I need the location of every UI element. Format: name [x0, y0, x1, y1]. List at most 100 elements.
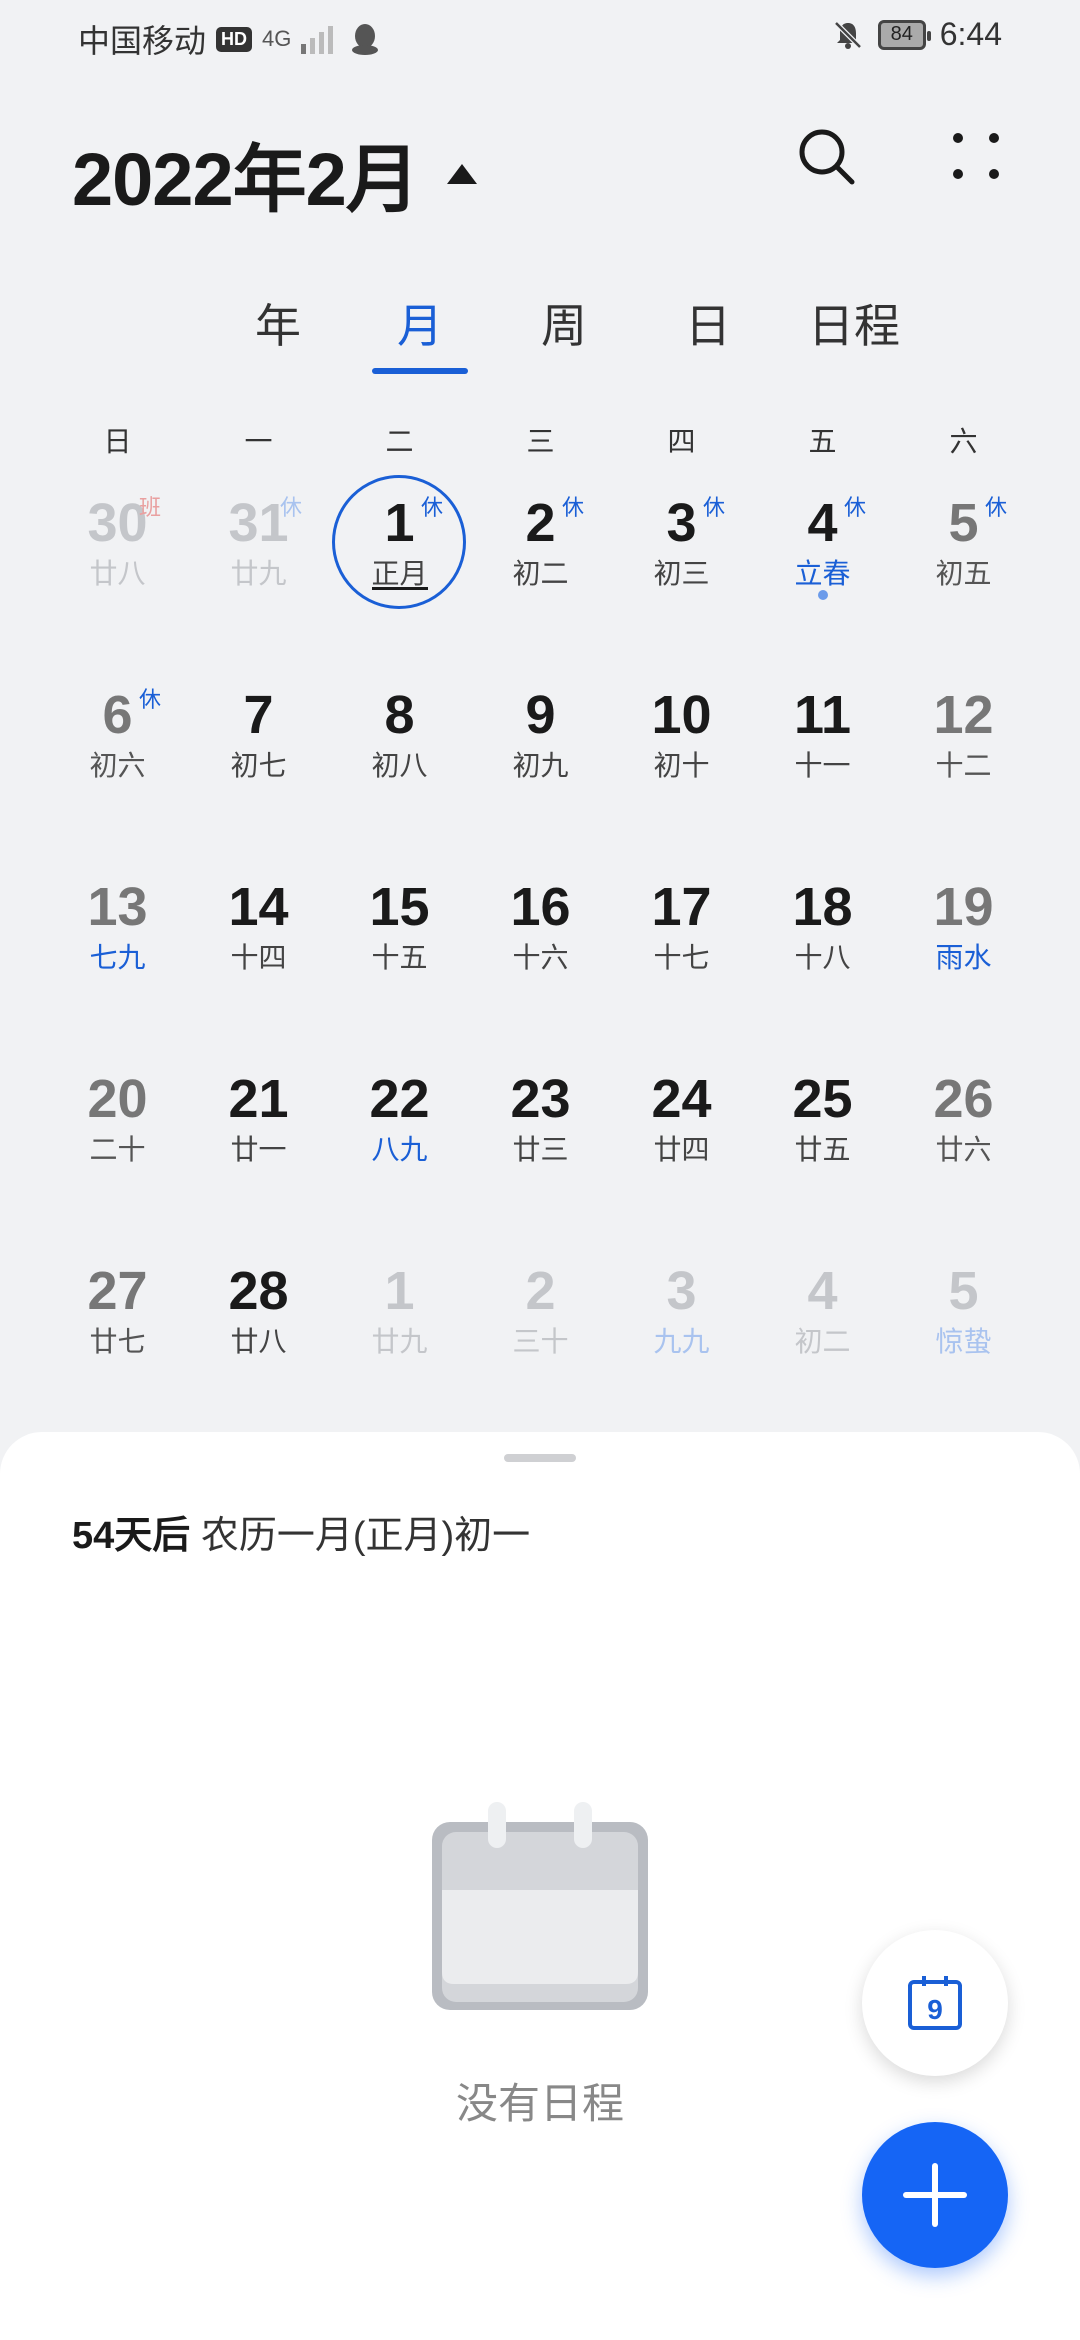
calendar-day[interactable]: 2 初二 休 [470, 480, 611, 670]
lunar-date: 十四 [230, 942, 287, 973]
status-right: 84 6:44 [832, 16, 1002, 53]
weekday-label: 六 [949, 426, 978, 457]
lunar-date: 十六 [512, 942, 569, 973]
day-number: 26 [933, 1069, 994, 1129]
lunar-date: 廿六 [935, 1134, 992, 1165]
calendar-day[interactable]: 25 廿五 [752, 1056, 893, 1246]
weekday-label: 日 [103, 426, 132, 457]
day-number: 13 [87, 877, 148, 937]
weekday-label: 二 [385, 426, 414, 457]
lunar-date: 廿八 [230, 1326, 287, 1357]
today-button[interactable]: 9 [862, 1930, 1008, 2076]
calendar-day[interactable]: 28 廿八 [188, 1248, 329, 1438]
tab-year[interactable]: 年 [248, 290, 308, 356]
lunar-date: 廿八 [89, 558, 146, 589]
day-number: 30 [87, 493, 148, 553]
lunar-date: 廿一 [230, 1134, 287, 1165]
calendar-day[interactable]: 19 雨水 [893, 864, 1034, 1054]
lunar-date: 七九 [89, 942, 146, 973]
lunar-date: 廿四 [653, 1134, 710, 1165]
day-number: 3 [666, 1261, 697, 1321]
calendar-day[interactable]: 10 初十 [611, 672, 752, 862]
day-number: 5 [948, 1261, 979, 1321]
calendar-day[interactable]: 9 初九 [470, 672, 611, 862]
calendar-day[interactable]: 8 初八 [329, 672, 470, 862]
calendar-day[interactable]: 21 廿一 [188, 1056, 329, 1246]
lunar-countdown: 54天后 农历一月(正月)初一 [72, 1504, 530, 1559]
calendar-day[interactable]: 4 初二 [752, 1248, 893, 1438]
lunar-date: 十八 [794, 942, 851, 973]
qq-penguin-icon [352, 24, 379, 55]
calendar-day[interactable]: 26 廿六 [893, 1056, 1034, 1246]
search-icon[interactable] [796, 126, 856, 186]
day-number: 25 [792, 1069, 853, 1129]
calendar-day-today[interactable]: 1 正月 休 [329, 475, 470, 670]
bell-off-icon [833, 20, 862, 49]
lunar-date: 初七 [230, 750, 287, 781]
view-tabs: 年 月 周 日 日程 [0, 290, 1080, 380]
status-bar: 中国移动 HD 4G 84 6:44 [0, 0, 1080, 70]
day-number: 8 [384, 685, 415, 745]
sheet-drag-handle[interactable] [504, 1454, 576, 1462]
calendar-day[interactable]: 18 十八 [752, 864, 893, 1054]
calendar-day[interactable]: 22 八九 [329, 1056, 470, 1246]
day-number: 22 [369, 1069, 430, 1129]
hd-badge: HD [216, 26, 253, 52]
calendar-day[interactable]: 3 初三 休 [611, 480, 752, 670]
day-number: 10 [651, 685, 712, 745]
more-dots-icon[interactable] [946, 126, 1006, 186]
triangle-up-icon [446, 163, 477, 184]
tab-day[interactable]: 日 [678, 290, 738, 356]
calendar-day[interactable]: 6 初六 休 [47, 672, 188, 862]
calendar-day[interactable]: 2 三十 [470, 1248, 611, 1438]
tab-agenda[interactable]: 日程 [802, 290, 906, 356]
calendar-day[interactable]: 20 二十 [47, 1056, 188, 1246]
event-dot [818, 590, 828, 600]
tab-week[interactable]: 周 [534, 290, 594, 356]
battery-level: 84 [890, 23, 913, 45]
carrier-name: 中国移动 [78, 23, 207, 59]
tab-month[interactable]: 月 [390, 290, 450, 356]
empty-state-text: 没有日程 [455, 2080, 624, 2127]
calendar-day[interactable]: 11 十一 [752, 672, 893, 862]
calendar-day[interactable]: 5 初五 休 [893, 480, 1034, 670]
lunar-date: 初十 [653, 750, 710, 781]
calendar-day[interactable]: 30 廿八 班 [47, 480, 188, 670]
lunar-date: 立春 [794, 558, 851, 589]
lunar-date: 廿三 [512, 1134, 569, 1165]
calendar-day[interactable]: 24 廿四 [611, 1056, 752, 1246]
day-number: 12 [933, 685, 994, 745]
signal-icon [301, 26, 334, 54]
calendar-day[interactable]: 14 十四 [188, 864, 329, 1054]
month-selector[interactable]: 2022年2月 [72, 120, 479, 227]
lunar-date: 雨水 [935, 942, 992, 973]
calendar-day[interactable]: 23 廿三 [470, 1056, 611, 1246]
today-underline [372, 587, 428, 590]
lunar-date: 十五 [371, 942, 428, 973]
active-tab-indicator [372, 368, 468, 374]
day-number: 11 [793, 685, 852, 745]
calendar-day[interactable]: 31 廿九 休 [188, 480, 329, 670]
day-number: 14 [228, 877, 289, 937]
header: 2022年2月 [0, 110, 1080, 230]
day-number: 23 [510, 1069, 571, 1129]
calendar-day[interactable]: 4 立春 休 [752, 480, 893, 670]
lunar-date: 十二 [935, 750, 992, 781]
calendar-day[interactable]: 1 廿九 [329, 1248, 470, 1438]
calendar-day[interactable]: 15 十五 [329, 864, 470, 1054]
calendar-day[interactable]: 7 初七 [188, 672, 329, 862]
add-event-button[interactable] [862, 2122, 1008, 2268]
calendar-day[interactable]: 3 九九 [611, 1248, 752, 1438]
lunar-date: 初八 [371, 750, 428, 781]
calendar-day[interactable]: 27 廿七 [47, 1248, 188, 1438]
lunar-date: 初六 [89, 750, 146, 781]
calendar-day[interactable]: 5 惊蛰 [893, 1248, 1034, 1438]
holiday-badge: 休 [562, 495, 585, 520]
day-number: 15 [369, 877, 430, 937]
calendar-day[interactable]: 13 七九 [47, 864, 188, 1054]
status-left: 中国移动 HD 4G [78, 16, 379, 62]
calendar-day[interactable]: 17 十七 [611, 864, 752, 1054]
calendar-day[interactable]: 16 十六 [470, 864, 611, 1054]
plus-icon [903, 2163, 967, 2227]
calendar-day[interactable]: 12 十二 [893, 672, 1034, 862]
